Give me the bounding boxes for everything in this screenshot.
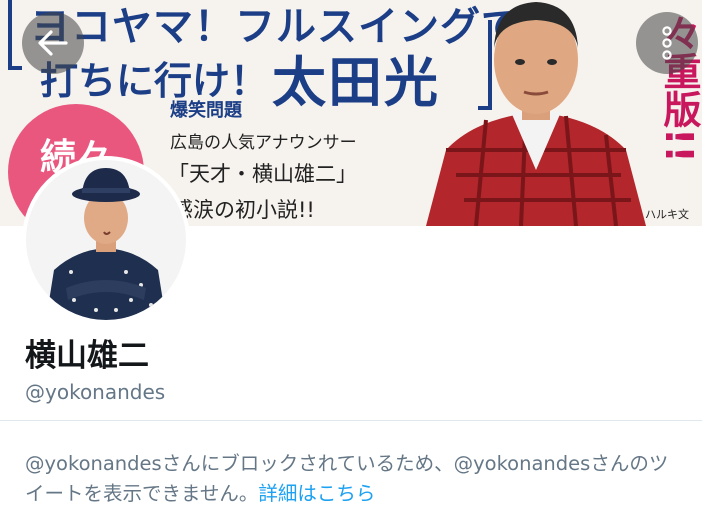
more-options-button[interactable] bbox=[636, 12, 698, 74]
banner-announcer-caption: 広島の人気アナウンサー bbox=[170, 133, 357, 153]
profile-handle: @yokonandes bbox=[25, 380, 166, 404]
banner-comedian-name: 太田光 bbox=[272, 51, 440, 114]
avatar-photo bbox=[26, 160, 186, 320]
banner-person-photo bbox=[426, 2, 646, 226]
divider bbox=[0, 420, 702, 421]
more-vertical-icon bbox=[662, 26, 672, 60]
banner-novel-line: 感涙の初小説!! bbox=[172, 198, 315, 222]
banner-publisher: ハルキ文 bbox=[645, 208, 689, 221]
banner-comedian-label: 爆笑問題 bbox=[170, 100, 242, 121]
profile-display-name: 横山雄二 bbox=[25, 338, 149, 374]
blocked-notice: @yokonandesさんにブロックされているため、@yokonandesさんの… bbox=[25, 449, 685, 509]
banner-bracket-left bbox=[8, 0, 22, 70]
banner-genius-line: 「天才・横山雄二」 bbox=[168, 162, 357, 186]
learn-more-link[interactable]: 詳細はこちら bbox=[258, 482, 375, 505]
arrow-left-icon bbox=[38, 30, 68, 56]
back-button[interactable] bbox=[22, 12, 84, 74]
avatar[interactable] bbox=[22, 156, 190, 324]
